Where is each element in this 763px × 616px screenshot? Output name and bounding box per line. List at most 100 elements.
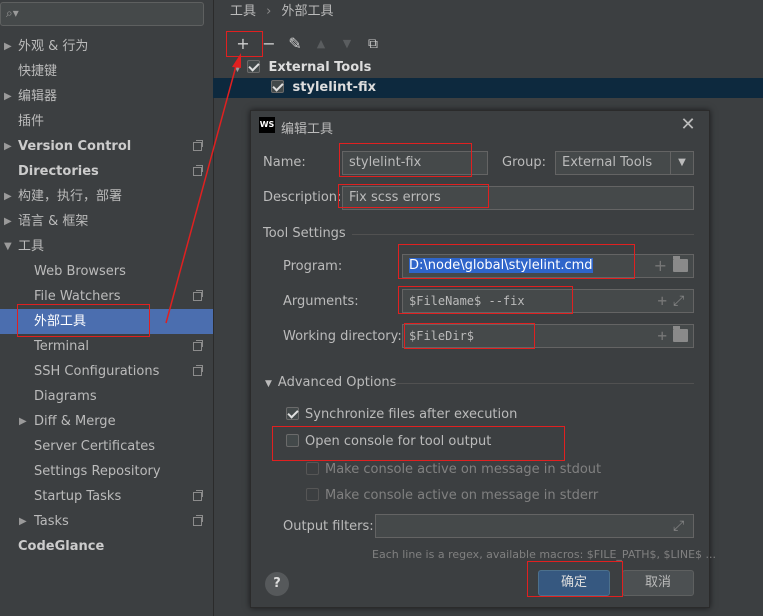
move-up-button[interactable]: ▲ bbox=[310, 32, 332, 56]
sidebar-item-diff-merge[interactable]: ▶ Diff & Merge bbox=[0, 409, 213, 434]
annotation-box-arguments bbox=[398, 286, 573, 314]
sidebar-item-diagrams[interactable]: Diagrams bbox=[0, 384, 213, 409]
sidebar-item-build[interactable]: ▶ 构建，执行，部署 bbox=[0, 184, 213, 209]
sidebar-item-languages[interactable]: ▶ 语言 & 框架 bbox=[0, 209, 213, 234]
program-label: Program: bbox=[283, 259, 343, 274]
tool-enabled-checkbox[interactable] bbox=[271, 80, 284, 93]
sidebar-item-tasks[interactable]: ▶ Tasks bbox=[0, 509, 213, 534]
name-label: Name: bbox=[263, 155, 306, 170]
plus-icon[interactable]: + bbox=[657, 290, 667, 312]
sidebar-item-plugins[interactable]: 插件 bbox=[0, 109, 213, 134]
breadcrumb: 工具 › 外部工具 bbox=[230, 0, 334, 19]
sidebar-item-settings-repository[interactable]: Settings Repository bbox=[0, 459, 213, 484]
separator bbox=[394, 383, 694, 384]
edit-tool-button[interactable]: ✎ bbox=[284, 32, 306, 56]
copy-tool-button[interactable]: ⧉ bbox=[362, 32, 384, 56]
collapse-arrow-icon: ▼ bbox=[265, 379, 272, 389]
webstorm-logo-icon: WS bbox=[259, 117, 275, 133]
cancel-button[interactable]: 取消 bbox=[622, 570, 694, 596]
project-settings-icon bbox=[193, 340, 203, 351]
dialog-title-bar: WS 编辑工具 ✕ bbox=[251, 111, 709, 141]
output-filters-hint: Each line is a regex, available macros: … bbox=[372, 548, 717, 561]
project-settings-icon bbox=[193, 290, 203, 301]
arrow-up-icon: ▲ bbox=[316, 37, 326, 50]
expand-arrow-icon: ▶ bbox=[4, 91, 12, 102]
annotation-box-ok bbox=[527, 561, 623, 597]
breadcrumb-parent: 工具 bbox=[230, 4, 257, 19]
tool-settings-heading: Tool Settings bbox=[263, 226, 346, 241]
tree-item-stylelint-fix[interactable]: stylelint-fix bbox=[213, 78, 763, 98]
console-stderr-checkbox[interactable]: Make console active on message in stderr bbox=[306, 488, 598, 503]
checkbox-box[interactable] bbox=[286, 407, 299, 420]
annotation-box-working-directory bbox=[404, 323, 535, 349]
expand-icon[interactable] bbox=[673, 290, 688, 312]
separator bbox=[352, 234, 694, 235]
copy-icon: ⧉ bbox=[368, 36, 378, 52]
expand-icon[interactable] bbox=[673, 515, 688, 537]
sidebar-item-codeglance[interactable]: CodeGlance bbox=[0, 534, 213, 559]
sidebar-item-tools[interactable]: ▼ 工具 bbox=[0, 234, 213, 259]
project-settings-icon bbox=[193, 165, 203, 176]
sidebar-item-web-browsers[interactable]: Web Browsers bbox=[0, 259, 213, 284]
settings-search-input[interactable]: ⌕▾ bbox=[0, 2, 204, 26]
minus-icon: − bbox=[262, 34, 276, 53]
plus-icon[interactable]: + bbox=[657, 325, 667, 347]
help-button[interactable]: ? bbox=[265, 572, 289, 596]
project-settings-icon bbox=[193, 140, 203, 151]
arrow-down-icon: ▼ bbox=[342, 37, 352, 50]
expand-arrow-icon: ▶ bbox=[19, 416, 27, 427]
arguments-label: Arguments: bbox=[283, 294, 359, 309]
advanced-options-label: Advanced Options bbox=[277, 375, 397, 390]
sidebar-item-directories[interactable]: Directories bbox=[0, 159, 213, 184]
plus-icon[interactable]: + bbox=[654, 255, 667, 277]
checkbox-box[interactable] bbox=[306, 462, 319, 475]
sidebar-item-version-control[interactable]: ▶ Version Control bbox=[0, 134, 213, 159]
sidebar-item-server-certificates[interactable]: Server Certificates bbox=[0, 434, 213, 459]
close-icon[interactable]: ✕ bbox=[678, 114, 698, 136]
group-select[interactable]: External Tools ▼ bbox=[555, 151, 694, 175]
console-stdout-checkbox[interactable]: Make console active on message in stdout bbox=[306, 462, 601, 477]
checkbox-box[interactable] bbox=[306, 488, 319, 501]
expand-arrow-icon: ▶ bbox=[19, 516, 27, 527]
annotation-box-open-console bbox=[272, 426, 565, 461]
sidebar-item-keymap[interactable]: 快捷键 bbox=[0, 59, 213, 84]
description-label: Description: bbox=[263, 190, 342, 205]
folder-icon[interactable] bbox=[673, 326, 688, 342]
sidebar-item-editor[interactable]: ▶ 编辑器 bbox=[0, 84, 213, 109]
chevron-down-icon: ▼ bbox=[670, 152, 693, 174]
expand-arrow-icon: ▶ bbox=[4, 141, 12, 152]
group-select-value: External Tools bbox=[562, 155, 653, 170]
breadcrumb-separator: › bbox=[266, 4, 272, 19]
annotation-box-external-tools bbox=[17, 304, 150, 337]
breadcrumb-current: 外部工具 bbox=[281, 4, 334, 19]
sync-files-label: Synchronize files after execution bbox=[305, 407, 518, 422]
project-settings-icon bbox=[193, 365, 203, 376]
collapse-arrow-icon: ▼ bbox=[4, 241, 12, 252]
project-settings-icon bbox=[193, 490, 203, 501]
working-directory-label: Working directory: bbox=[283, 329, 402, 344]
tree-group-external-tools[interactable]: ▼ External Tools bbox=[234, 58, 371, 78]
group-enabled-checkbox[interactable] bbox=[246, 60, 260, 73]
folder-icon[interactable] bbox=[673, 256, 688, 272]
console-stderr-label: Make console active on message in stderr bbox=[325, 488, 599, 503]
tree-item-label: stylelint-fix bbox=[292, 80, 377, 95]
console-stdout-label: Make console active on message in stdout bbox=[325, 462, 602, 477]
group-label: Group: bbox=[502, 155, 546, 170]
sidebar-item-startup-tasks[interactable]: Startup Tasks bbox=[0, 484, 213, 509]
annotation-box-description bbox=[338, 184, 489, 208]
expand-arrow-icon: ▶ bbox=[4, 41, 12, 52]
sidebar-item-terminal[interactable]: Terminal bbox=[0, 334, 213, 359]
expand-arrow-icon: ▶ bbox=[4, 191, 12, 202]
sidebar-item-appearance[interactable]: ▶ 外观 & 行为 bbox=[0, 34, 213, 59]
output-filters-field[interactable] bbox=[375, 514, 694, 538]
advanced-options-toggle[interactable]: ▼ Advanced Options bbox=[265, 375, 396, 390]
annotation-box-program bbox=[398, 244, 635, 279]
collapse-arrow-icon: ▼ bbox=[234, 64, 241, 74]
tree-group-label: External Tools bbox=[268, 60, 372, 75]
sync-files-checkbox[interactable]: Synchronize files after execution bbox=[286, 407, 517, 422]
output-filters-label: Output filters: bbox=[283, 519, 374, 534]
sidebar-item-ssh-configurations[interactable]: SSH Configurations bbox=[0, 359, 213, 384]
dialog-title: 编辑工具 bbox=[281, 122, 334, 137]
annotation-box-name bbox=[339, 143, 472, 177]
move-down-button[interactable]: ▼ bbox=[336, 32, 358, 56]
